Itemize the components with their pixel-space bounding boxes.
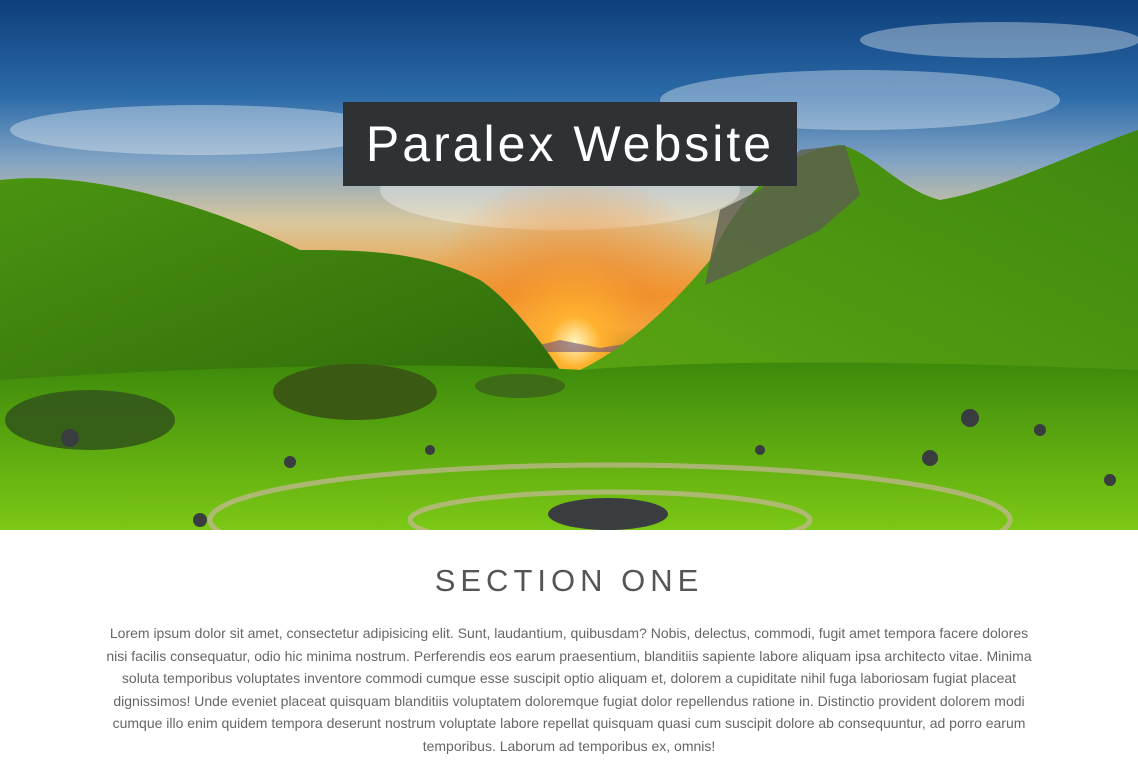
section-body-text: Lorem ipsum dolor sit amet, consectetur … xyxy=(106,625,1032,754)
site-title-box: Paralex Website xyxy=(343,102,797,186)
section-heading: SECTION ONE xyxy=(434,563,704,598)
section-one: SECTION ONE Lorem ipsum dolor sit amet, … xyxy=(0,530,1138,760)
hero-banner: Paralex Website xyxy=(0,0,1138,530)
site-title: Paralex Website xyxy=(365,116,775,172)
landscape-hills-sunset-image xyxy=(0,22,1138,530)
